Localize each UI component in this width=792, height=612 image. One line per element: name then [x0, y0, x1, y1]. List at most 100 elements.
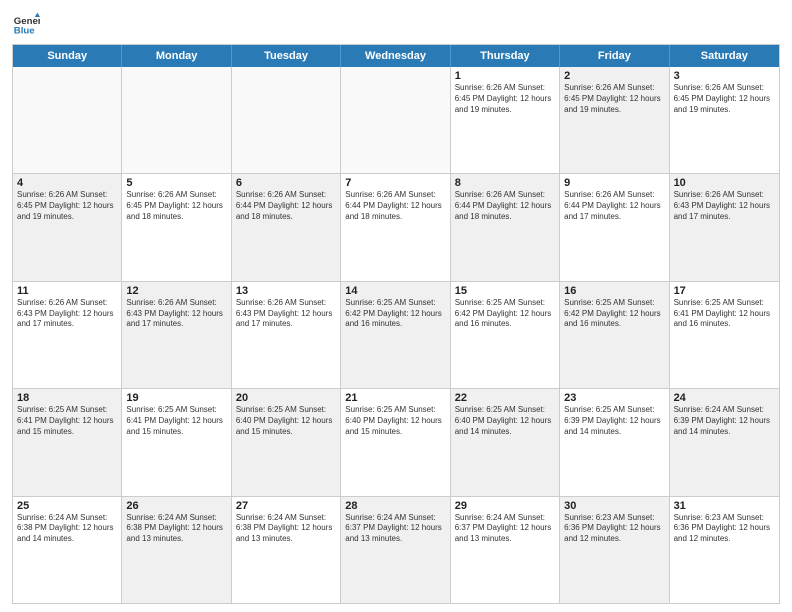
day-number: 14 [345, 285, 445, 297]
cell-info: Sunrise: 6:25 AM Sunset: 6:40 PM Dayligh… [236, 405, 336, 437]
calendar-cell: 29Sunrise: 6:24 AM Sunset: 6:37 PM Dayli… [451, 497, 560, 603]
day-number: 26 [126, 500, 226, 512]
page-header: General Blue [12, 10, 780, 38]
calendar-cell: 6Sunrise: 6:26 AM Sunset: 6:44 PM Daylig… [232, 174, 341, 280]
day-number: 11 [17, 285, 117, 297]
day-header-tuesday: Tuesday [232, 45, 341, 67]
cell-info: Sunrise: 6:25 AM Sunset: 6:40 PM Dayligh… [345, 405, 445, 437]
cell-info: Sunrise: 6:25 AM Sunset: 6:41 PM Dayligh… [674, 298, 775, 330]
day-header-friday: Friday [560, 45, 669, 67]
cell-info: Sunrise: 6:26 AM Sunset: 6:43 PM Dayligh… [674, 190, 775, 222]
cell-info: Sunrise: 6:24 AM Sunset: 6:37 PM Dayligh… [455, 513, 555, 545]
cell-info: Sunrise: 6:24 AM Sunset: 6:38 PM Dayligh… [17, 513, 117, 545]
calendar-cell: 9Sunrise: 6:26 AM Sunset: 6:44 PM Daylig… [560, 174, 669, 280]
day-header-wednesday: Wednesday [341, 45, 450, 67]
calendar-cell: 11Sunrise: 6:26 AM Sunset: 6:43 PM Dayli… [13, 282, 122, 388]
cell-info: Sunrise: 6:26 AM Sunset: 6:43 PM Dayligh… [17, 298, 117, 330]
cell-info: Sunrise: 6:26 AM Sunset: 6:44 PM Dayligh… [564, 190, 664, 222]
day-number: 1 [455, 70, 555, 82]
cell-info: Sunrise: 6:25 AM Sunset: 6:42 PM Dayligh… [345, 298, 445, 330]
calendar-cell: 17Sunrise: 6:25 AM Sunset: 6:41 PM Dayli… [670, 282, 779, 388]
cell-info: Sunrise: 6:24 AM Sunset: 6:39 PM Dayligh… [674, 405, 775, 437]
calendar-cell: 7Sunrise: 6:26 AM Sunset: 6:44 PM Daylig… [341, 174, 450, 280]
calendar-cell: 31Sunrise: 6:23 AM Sunset: 6:36 PM Dayli… [670, 497, 779, 603]
day-number: 29 [455, 500, 555, 512]
calendar-cell: 25Sunrise: 6:24 AM Sunset: 6:38 PM Dayli… [13, 497, 122, 603]
cell-info: Sunrise: 6:26 AM Sunset: 6:45 PM Dayligh… [126, 190, 226, 222]
calendar-cell: 16Sunrise: 6:25 AM Sunset: 6:42 PM Dayli… [560, 282, 669, 388]
calendar-cell: 5Sunrise: 6:26 AM Sunset: 6:45 PM Daylig… [122, 174, 231, 280]
day-number: 23 [564, 392, 664, 404]
day-number: 5 [126, 177, 226, 189]
calendar-cell: 19Sunrise: 6:25 AM Sunset: 6:41 PM Dayli… [122, 389, 231, 495]
day-number: 21 [345, 392, 445, 404]
day-header-saturday: Saturday [670, 45, 779, 67]
calendar-cell [232, 67, 341, 173]
calendar-row: 25Sunrise: 6:24 AM Sunset: 6:38 PM Dayli… [13, 497, 779, 603]
day-number: 12 [126, 285, 226, 297]
day-number: 6 [236, 177, 336, 189]
day-number: 20 [236, 392, 336, 404]
day-number: 18 [17, 392, 117, 404]
calendar-row: 4Sunrise: 6:26 AM Sunset: 6:45 PM Daylig… [13, 174, 779, 281]
cell-info: Sunrise: 6:26 AM Sunset: 6:43 PM Dayligh… [126, 298, 226, 330]
cell-info: Sunrise: 6:25 AM Sunset: 6:42 PM Dayligh… [455, 298, 555, 330]
day-number: 2 [564, 70, 664, 82]
calendar-cell: 24Sunrise: 6:24 AM Sunset: 6:39 PM Dayli… [670, 389, 779, 495]
day-number: 17 [674, 285, 775, 297]
day-number: 8 [455, 177, 555, 189]
calendar-header: SundayMondayTuesdayWednesdayThursdayFrid… [13, 45, 779, 67]
svg-text:Blue: Blue [14, 26, 35, 37]
calendar-cell: 13Sunrise: 6:26 AM Sunset: 6:43 PM Dayli… [232, 282, 341, 388]
calendar-cell: 1Sunrise: 6:26 AM Sunset: 6:45 PM Daylig… [451, 67, 560, 173]
calendar-cell: 21Sunrise: 6:25 AM Sunset: 6:40 PM Dayli… [341, 389, 450, 495]
cell-info: Sunrise: 6:26 AM Sunset: 6:45 PM Dayligh… [674, 83, 775, 115]
cell-info: Sunrise: 6:26 AM Sunset: 6:45 PM Dayligh… [455, 83, 555, 115]
logo-icon: General Blue [12, 10, 40, 38]
day-number: 25 [17, 500, 117, 512]
day-header-thursday: Thursday [451, 45, 560, 67]
cell-info: Sunrise: 6:24 AM Sunset: 6:38 PM Dayligh… [126, 513, 226, 545]
day-number: 13 [236, 285, 336, 297]
day-number: 27 [236, 500, 336, 512]
calendar-cell: 3Sunrise: 6:26 AM Sunset: 6:45 PM Daylig… [670, 67, 779, 173]
day-number: 9 [564, 177, 664, 189]
day-number: 28 [345, 500, 445, 512]
calendar-cell [341, 67, 450, 173]
day-number: 31 [674, 500, 775, 512]
calendar-cell: 8Sunrise: 6:26 AM Sunset: 6:44 PM Daylig… [451, 174, 560, 280]
calendar-cell: 26Sunrise: 6:24 AM Sunset: 6:38 PM Dayli… [122, 497, 231, 603]
calendar-cell: 23Sunrise: 6:25 AM Sunset: 6:39 PM Dayli… [560, 389, 669, 495]
cell-info: Sunrise: 6:25 AM Sunset: 6:42 PM Dayligh… [564, 298, 664, 330]
calendar-row: 1Sunrise: 6:26 AM Sunset: 6:45 PM Daylig… [13, 67, 779, 174]
cell-info: Sunrise: 6:26 AM Sunset: 6:44 PM Dayligh… [236, 190, 336, 222]
cell-info: Sunrise: 6:26 AM Sunset: 6:44 PM Dayligh… [345, 190, 445, 222]
logo: General Blue [12, 10, 44, 38]
calendar-cell: 20Sunrise: 6:25 AM Sunset: 6:40 PM Dayli… [232, 389, 341, 495]
day-number: 7 [345, 177, 445, 189]
cell-info: Sunrise: 6:25 AM Sunset: 6:39 PM Dayligh… [564, 405, 664, 437]
calendar-cell: 4Sunrise: 6:26 AM Sunset: 6:45 PM Daylig… [13, 174, 122, 280]
calendar-cell: 14Sunrise: 6:25 AM Sunset: 6:42 PM Dayli… [341, 282, 450, 388]
calendar-cell: 15Sunrise: 6:25 AM Sunset: 6:42 PM Dayli… [451, 282, 560, 388]
calendar-cell [122, 67, 231, 173]
calendar-cell: 28Sunrise: 6:24 AM Sunset: 6:37 PM Dayli… [341, 497, 450, 603]
calendar-cell: 12Sunrise: 6:26 AM Sunset: 6:43 PM Dayli… [122, 282, 231, 388]
calendar-row: 11Sunrise: 6:26 AM Sunset: 6:43 PM Dayli… [13, 282, 779, 389]
cell-info: Sunrise: 6:26 AM Sunset: 6:45 PM Dayligh… [17, 190, 117, 222]
calendar-body: 1Sunrise: 6:26 AM Sunset: 6:45 PM Daylig… [13, 67, 779, 603]
cell-info: Sunrise: 6:26 AM Sunset: 6:43 PM Dayligh… [236, 298, 336, 330]
day-number: 10 [674, 177, 775, 189]
cell-info: Sunrise: 6:23 AM Sunset: 6:36 PM Dayligh… [564, 513, 664, 545]
day-header-sunday: Sunday [13, 45, 122, 67]
cell-info: Sunrise: 6:26 AM Sunset: 6:45 PM Dayligh… [564, 83, 664, 115]
calendar-cell: 2Sunrise: 6:26 AM Sunset: 6:45 PM Daylig… [560, 67, 669, 173]
cell-info: Sunrise: 6:23 AM Sunset: 6:36 PM Dayligh… [674, 513, 775, 545]
day-number: 4 [17, 177, 117, 189]
cell-info: Sunrise: 6:25 AM Sunset: 6:41 PM Dayligh… [17, 405, 117, 437]
day-number: 22 [455, 392, 555, 404]
cell-info: Sunrise: 6:26 AM Sunset: 6:44 PM Dayligh… [455, 190, 555, 222]
calendar-cell: 10Sunrise: 6:26 AM Sunset: 6:43 PM Dayli… [670, 174, 779, 280]
calendar: SundayMondayTuesdayWednesdayThursdayFrid… [12, 44, 780, 604]
calendar-cell: 27Sunrise: 6:24 AM Sunset: 6:38 PM Dayli… [232, 497, 341, 603]
